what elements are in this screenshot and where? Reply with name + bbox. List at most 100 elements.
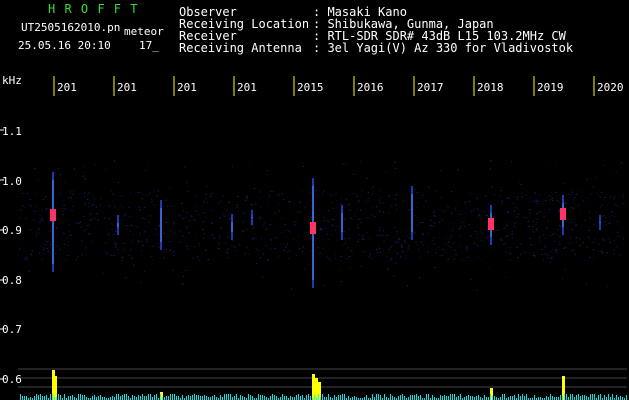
activity-baseline [36,394,37,400]
noise-speckle [594,256,597,258]
noise-speckle [583,259,585,261]
noise-speckle [89,233,91,235]
noise-speckle [65,259,67,261]
noise-speckle [194,220,196,222]
noise-speckle [282,233,284,234]
noise-speckle [353,193,355,195]
noise-speckle [470,278,472,280]
noise-speckle [529,237,531,239]
noise-speckle [534,192,536,194]
noise-speckle [444,209,446,211]
noise-speckle [307,233,309,235]
noise-speckle [408,219,411,221]
noise-speckle [522,233,524,235]
noise-speckle [568,222,570,224]
noise-speckle [252,228,255,230]
noise-speckle [217,247,219,249]
activity-baseline [276,396,277,400]
noise-speckle [369,253,371,255]
noise-speckle [38,228,40,230]
noise-speckle [575,193,578,195]
noise-speckle [508,198,511,200]
noise-speckle [322,190,325,192]
activity-baseline [42,396,43,400]
noise-speckle [613,197,615,199]
activity-baseline [262,395,263,400]
noise-speckle [511,231,514,233]
noise-speckle [244,253,246,255]
noise-speckle [141,198,144,200]
noise-speckle [468,200,470,202]
activity-baseline [338,395,339,400]
activity-baseline [24,396,25,400]
noise-speckle [415,244,418,245]
noise-speckle [478,214,480,216]
noise-speckle [327,219,329,221]
noise-speckle [466,249,469,251]
noise-speckle [94,164,96,166]
noise-speckle [187,190,190,192]
noise-speckle [340,197,342,199]
noise-speckle [507,211,509,213]
activity-baseline [518,394,519,400]
noise-speckle [476,244,478,246]
noise-speckle [323,220,325,222]
noise-speckle [538,194,541,196]
noise-speckle [587,236,589,238]
filename-label: UT2505162010.pn [21,21,121,34]
noise-speckle [534,255,536,257]
noise-speckle [71,210,73,212]
noise-speckle [500,190,502,192]
noise-speckle [596,211,598,213]
noise-speckle [440,170,442,172]
noise-speckle [67,244,69,246]
noise-speckle [59,248,61,250]
activity-baseline [188,395,189,400]
activity-baseline [552,396,553,400]
noise-speckle [340,259,342,261]
noise-speckle [398,237,400,239]
noise-speckle [236,207,238,209]
noise-speckle [385,171,387,173]
noise-speckle [549,235,552,237]
noise-speckle [401,245,404,247]
activity-baseline [592,394,593,400]
noise-speckle [432,225,435,227]
noise-speckle [155,233,158,235]
noise-speckle [62,214,64,215]
noise-speckle [260,206,262,208]
noise-speckle [455,200,458,202]
noise-speckle [589,257,591,258]
activity-baseline [20,394,21,400]
noise-speckle [358,218,360,220]
noise-speckle [408,209,411,211]
noise-speckle [459,225,462,227]
noise-speckle [457,228,460,230]
noise-speckle [28,270,30,272]
noise-speckle [388,212,390,214]
noise-speckle [159,253,162,255]
noise-speckle [321,239,324,241]
activity-baseline [50,394,51,400]
activity-baseline [92,396,93,400]
activity-baseline [520,396,521,400]
noise-speckle [332,207,335,209]
noise-speckle [75,222,76,224]
noise-speckle [378,247,381,249]
noise-speckle [28,204,31,206]
noise-speckle [274,212,276,214]
noise-speckle [602,215,605,217]
field-value-antenna: : 3el Yagi(V) Az 330 for Vladivostok [313,41,574,55]
noise-speckle [463,218,465,220]
noise-speckle [340,269,342,271]
noise-speckle [550,250,553,252]
noise-speckle [571,191,574,193]
noise-speckle [317,247,319,249]
noise-speckle [59,174,61,176]
spectrogram-plot [0,76,627,400]
noise-speckle [238,238,241,240]
noise-speckle [229,217,231,219]
noise-speckle [203,237,205,239]
noise-speckle [228,200,231,202]
noise-speckle [371,193,373,195]
